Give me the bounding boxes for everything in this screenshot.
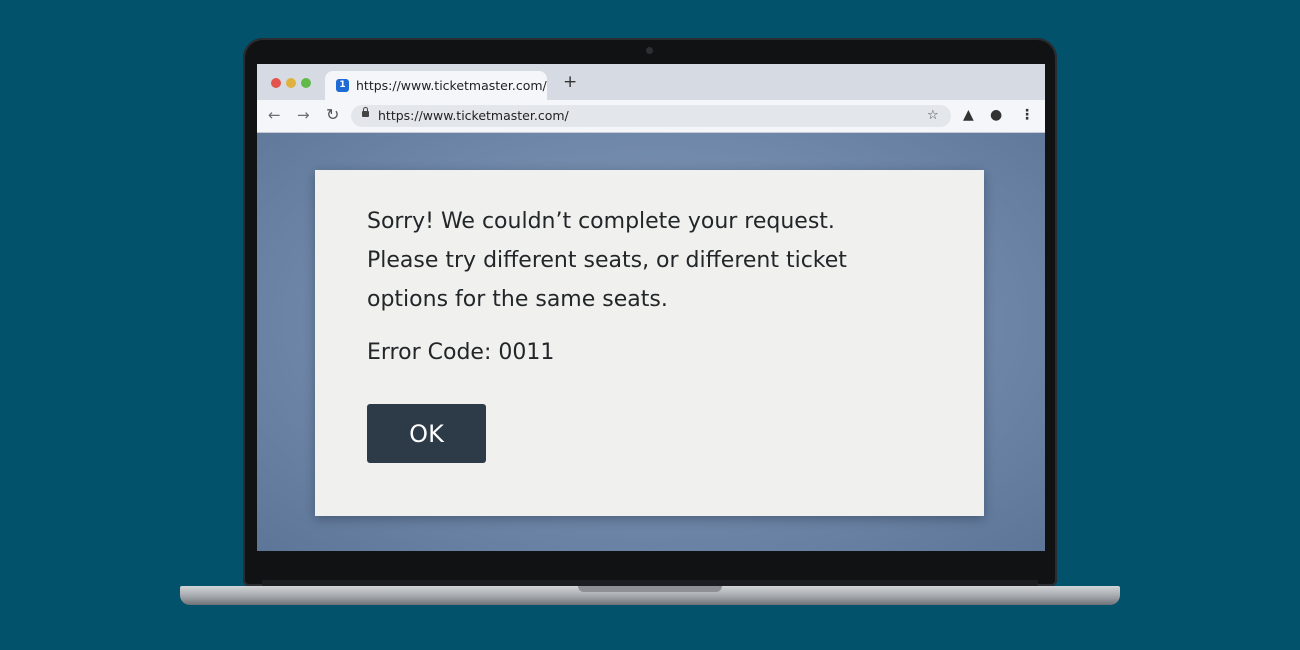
ticketmaster-favicon-icon: 1	[336, 79, 349, 92]
lock-icon[interactable]	[362, 107, 369, 117]
extension-icon[interactable]: ▲	[963, 104, 974, 126]
reload-button[interactable]: ↻	[326, 105, 339, 125]
minimize-window-button[interactable]	[286, 78, 296, 88]
browser-tab[interactable]: 1 https://www.ticketmaster.com/	[325, 71, 547, 100]
forward-button[interactable]: →	[297, 105, 310, 125]
back-button[interactable]: ←	[268, 105, 281, 125]
browser-toolbar: ← → ↻ https://www.ticketmaster.com/ ☆ ▲ …	[257, 100, 1045, 133]
laptop-screen: 1 https://www.ticketmaster.com/ + ← → ↻ …	[257, 64, 1045, 551]
close-window-button[interactable]	[271, 78, 281, 88]
profile-icon[interactable]: ●	[990, 104, 1002, 126]
error-dialog: Sorry! We couldn’t complete your request…	[315, 170, 984, 516]
laptop-base-notch	[578, 586, 722, 592]
error-message-line: Please try different seats, or different…	[367, 248, 847, 273]
browser-tab-bar: 1 https://www.ticketmaster.com/ +	[257, 64, 1045, 100]
laptop-base	[180, 586, 1120, 605]
address-bar-url[interactable]: https://www.ticketmaster.com/	[378, 108, 569, 123]
error-message-line: Sorry! We couldn’t complete your request…	[367, 209, 835, 234]
laptop-lid: 1 https://www.ticketmaster.com/ + ← → ↻ …	[243, 38, 1057, 586]
error-code: Error Code: 0011	[367, 340, 555, 365]
page-content: Sorry! We couldn’t complete your request…	[257, 133, 1045, 551]
webcam-icon	[646, 47, 653, 54]
browser-menu-icon[interactable]: ⋮	[1020, 104, 1034, 126]
error-message: Sorry! We couldn’t complete your request…	[367, 202, 927, 319]
maximize-window-button[interactable]	[301, 78, 311, 88]
bookmark-icon[interactable]: ☆	[927, 107, 939, 125]
tab-title: https://www.ticketmaster.com/	[356, 78, 547, 93]
new-tab-button[interactable]: +	[563, 72, 577, 92]
address-bar[interactable]: https://www.ticketmaster.com/ ☆	[351, 105, 951, 127]
ok-button[interactable]: OK	[367, 404, 486, 463]
error-message-line: options for the same seats.	[367, 287, 668, 312]
